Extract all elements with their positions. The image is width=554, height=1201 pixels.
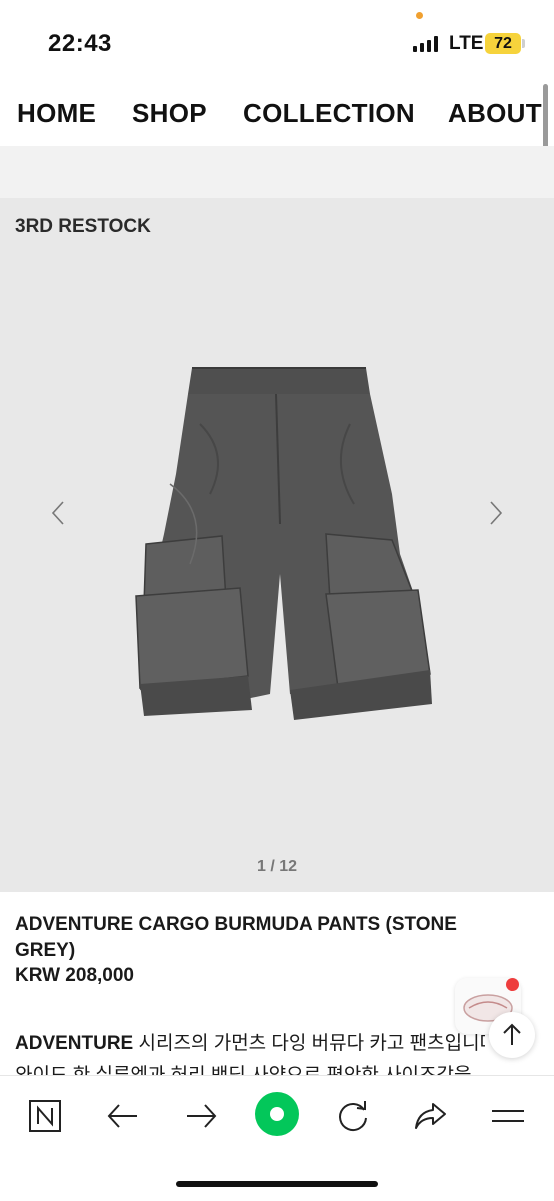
notification-dot [506,978,519,991]
privacy-indicator-dot [416,12,423,19]
status-bar: 22:43 LTE 72 [0,0,554,78]
chevron-right-icon[interactable] [485,498,505,528]
gallery-counter: 1 / 12 [256,858,298,875]
desc-bold: ADVENTURE [15,1033,134,1054]
product-price: KRW 208,000 [15,965,134,986]
header-spacer [0,146,554,198]
nav-item-about[interactable]: ABOUT [448,98,542,129]
desc-line-1: 시리즈의 가먼츠 다잉 버뮤다 카고 팬츠입니다. [133,1033,486,1054]
nav-item-home[interactable]: HOME [17,98,96,129]
refresh-icon[interactable] [331,1096,375,1136]
forward-arrow-icon[interactable] [179,1096,223,1136]
network-type: LTE [449,33,484,54]
back-arrow-icon[interactable] [101,1096,145,1136]
battery-nub [522,39,525,48]
nav-item-collection[interactable]: COLLECTION [243,98,415,129]
scroll-to-top-button[interactable] [489,1012,535,1058]
gallery-label: 3RD RESTOCK [15,216,151,237]
product-title: ADVENTURE CARGO BURMUDA PANTS (STONE GRE… [15,914,457,961]
home-indicator [176,1181,378,1187]
status-time: 22:43 [48,30,112,57]
nav-item-shop[interactable]: SHOP [132,98,207,129]
battery-icon: 72 [485,33,521,54]
green-home-icon[interactable] [253,1090,301,1138]
main-nav: HOME SHOP COLLECTION ABOUT [0,78,554,146]
arrow-up-icon [503,1023,521,1045]
naver-n-icon[interactable] [23,1096,67,1136]
signal-strength-icon [413,36,439,52]
product-image[interactable] [130,364,436,724]
share-icon[interactable] [409,1096,453,1136]
menu-icon[interactable] [486,1096,530,1136]
product-gallery: 3RD RESTOCK 1 / 12 [0,198,554,892]
chevron-left-icon[interactable] [49,498,69,528]
